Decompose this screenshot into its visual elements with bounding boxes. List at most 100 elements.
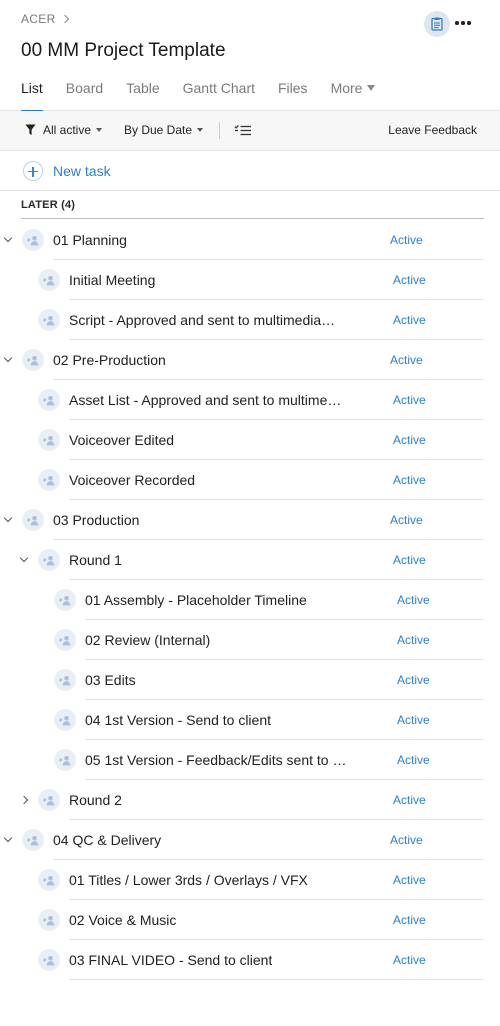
assign-user-icon[interactable]: [22, 229, 44, 251]
assign-user-icon[interactable]: [38, 269, 60, 291]
new-task-button[interactable]: New task: [0, 151, 500, 191]
task-name[interactable]: 01 Titles / Lower 3rds / Overlays / VFX: [69, 872, 308, 888]
task-name[interactable]: Voiceover Recorded: [69, 472, 195, 488]
task-name[interactable]: 02 Review (Internal): [85, 632, 210, 648]
assign-user-icon[interactable]: [54, 749, 76, 771]
assign-user-icon[interactable]: [22, 349, 44, 371]
status-badge[interactable]: Active: [390, 353, 423, 367]
status-badge[interactable]: Active: [393, 393, 426, 407]
task-row[interactable]: Voiceover Edited Active: [0, 420, 500, 460]
assign-user-icon[interactable]: [38, 869, 60, 891]
task-name[interactable]: 01 Planning: [53, 232, 127, 248]
task-row[interactable]: 03 Edits Active: [0, 660, 500, 700]
task-name[interactable]: 02 Pre-Production: [53, 352, 166, 368]
task-row[interactable]: Round 2 Active: [0, 780, 500, 820]
task-row[interactable]: 03 FINAL VIDEO - Send to client Active: [0, 940, 500, 980]
assign-user-icon[interactable]: [38, 789, 60, 811]
task-row[interactable]: 02 Voice & Music Active: [0, 900, 500, 940]
task-row[interactable]: Initial Meeting Active: [0, 260, 500, 300]
status-badge[interactable]: Active: [393, 553, 426, 567]
assign-user-icon[interactable]: [22, 509, 44, 531]
task-name[interactable]: Asset List - Approved and sent to multim…: [69, 392, 341, 408]
assign-user-icon[interactable]: [54, 589, 76, 611]
notes-icon[interactable]: [424, 11, 450, 37]
more-options-icon[interactable]: [452, 12, 474, 34]
status-badge[interactable]: Active: [390, 833, 423, 847]
assign-user-icon[interactable]: [38, 909, 60, 931]
tab-files[interactable]: Files: [278, 80, 308, 111]
chevron-down-icon[interactable]: [3, 513, 13, 523]
status-badge[interactable]: Active: [393, 473, 426, 487]
breadcrumb[interactable]: ACER: [21, 12, 69, 26]
task-row[interactable]: 05 1st Version - Feedback/Edits sent to …: [0, 740, 500, 780]
status-badge[interactable]: Active: [390, 513, 423, 527]
tab-board[interactable]: Board: [66, 80, 103, 111]
task-row[interactable]: Asset List - Approved and sent to multim…: [0, 380, 500, 420]
task-group-row[interactable]: 02 Pre-Production Active: [0, 340, 500, 380]
assign-user-icon[interactable]: [54, 709, 76, 731]
task-row[interactable]: Script - Approved and sent to multimedia…: [0, 300, 500, 340]
task-name[interactable]: 04 QC & Delivery: [53, 832, 161, 848]
task-name[interactable]: 03 Edits: [85, 672, 136, 688]
task-name[interactable]: Round 2: [69, 792, 122, 808]
status-badge[interactable]: Active: [393, 433, 426, 447]
chevron-right-icon: [60, 14, 69, 24]
status-badge[interactable]: Active: [393, 793, 426, 807]
sort-dropdown[interactable]: By Due Date: [124, 123, 204, 137]
assign-user-icon[interactable]: [54, 629, 76, 651]
task-row[interactable]: 04 1st Version - Send to client Active: [0, 700, 500, 740]
status-badge[interactable]: Active: [393, 273, 426, 287]
chevron-down-icon[interactable]: [3, 833, 13, 843]
task-group-row[interactable]: 03 Production Active: [0, 500, 500, 540]
chevron-down-icon[interactable]: [3, 233, 13, 243]
task-name[interactable]: 03 FINAL VIDEO - Send to client: [69, 952, 272, 968]
subtasks-view-icon[interactable]: [234, 124, 252, 142]
assign-user-icon[interactable]: [38, 389, 60, 411]
assign-user-icon[interactable]: [38, 309, 60, 331]
chevron-down-icon[interactable]: [19, 553, 29, 563]
task-name[interactable]: 01 Assembly - Placeholder Timeline: [85, 592, 307, 608]
assign-user-icon[interactable]: [38, 949, 60, 971]
task-name[interactable]: Script - Approved and sent to multimedia…: [69, 312, 335, 328]
task-row[interactable]: Voiceover Recorded Active: [0, 460, 500, 500]
task-list: 01 Planning Active Initial Meeting Active Sc…: [0, 220, 500, 980]
chevron-right-icon[interactable]: [19, 795, 29, 805]
status-badge[interactable]: Active: [397, 633, 430, 647]
breadcrumb-label[interactable]: ACER: [21, 12, 56, 26]
assign-user-icon[interactable]: [38, 549, 60, 571]
status-badge[interactable]: Active: [397, 593, 430, 607]
status-badge[interactable]: Active: [397, 753, 430, 767]
task-name[interactable]: 05 1st Version - Feedback/Edits sent to …: [85, 752, 346, 768]
task-name[interactable]: Initial Meeting: [69, 272, 155, 288]
task-group-row[interactable]: 01 Planning Active: [0, 220, 500, 260]
task-group-row[interactable]: 04 QC & Delivery Active: [0, 820, 500, 860]
assign-user-icon[interactable]: [54, 669, 76, 691]
task-row[interactable]: 02 Review (Internal) Active: [0, 620, 500, 660]
task-row[interactable]: 01 Assembly - Placeholder Timeline Active: [0, 580, 500, 620]
assign-user-icon[interactable]: [38, 429, 60, 451]
tab-more[interactable]: More: [331, 80, 376, 111]
task-name[interactable]: Round 1: [69, 552, 122, 568]
plus-icon: [23, 161, 43, 181]
status-badge[interactable]: Active: [397, 713, 430, 727]
filter-dropdown[interactable]: All active: [25, 123, 103, 137]
tab-gantt-chart[interactable]: Gantt Chart: [183, 80, 255, 111]
task-row[interactable]: 01 Titles / Lower 3rds / Overlays / VFX A…: [0, 860, 500, 900]
task-name[interactable]: 04 1st Version - Send to client: [85, 712, 271, 728]
status-badge[interactable]: Active: [397, 673, 430, 687]
assign-user-icon[interactable]: [38, 469, 60, 491]
status-badge[interactable]: Active: [393, 953, 426, 967]
assign-user-icon[interactable]: [22, 829, 44, 851]
status-badge[interactable]: Active: [390, 233, 423, 247]
status-badge[interactable]: Active: [393, 913, 426, 927]
tab-list[interactable]: List: [21, 80, 43, 112]
status-badge[interactable]: Active: [393, 313, 426, 327]
tab-table[interactable]: Table: [126, 80, 159, 111]
task-row[interactable]: Round 1 Active: [0, 540, 500, 580]
leave-feedback-button[interactable]: Leave Feedback: [388, 123, 477, 137]
chevron-down-icon[interactable]: [3, 353, 13, 363]
task-name[interactable]: Voiceover Edited: [69, 432, 174, 448]
status-badge[interactable]: Active: [393, 873, 426, 887]
task-name[interactable]: 02 Voice & Music: [69, 912, 176, 928]
task-name[interactable]: 03 Production: [53, 512, 139, 528]
